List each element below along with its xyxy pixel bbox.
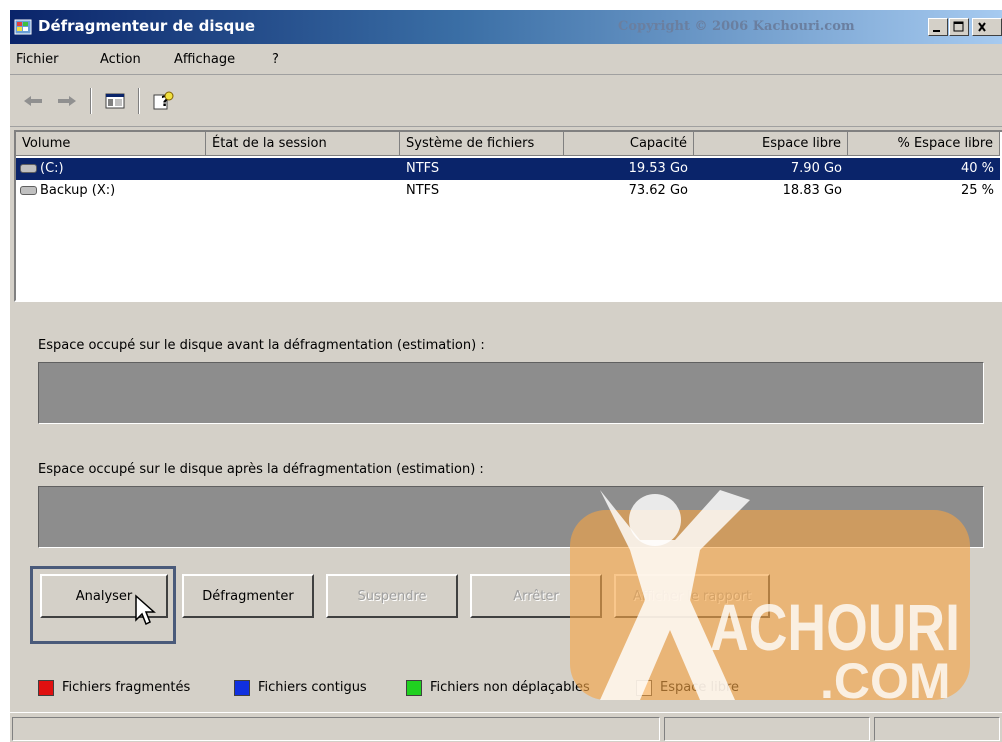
copyright-text: Copyright © 2006 Kachouri.com [618,19,855,34]
volume-name: (C:) [40,161,64,176]
toolbar-separator [90,88,92,114]
legend-label-free-space: Espace libre [660,680,740,695]
drive-icon [20,164,37,173]
toolbar-separator [138,88,140,114]
menu-bar: Fichier Action Affichage ? [10,44,1002,75]
back-button[interactable] [20,90,46,112]
volume-file-system: NTFS [406,183,440,198]
status-pane-secondary [664,717,870,741]
legend-swatch-unmovable [406,680,422,696]
drive-icon [20,186,37,195]
volume-row-backup[interactable]: Backup (X:) NTFS 73.62 Go 18.83 Go 25 % [16,180,1000,202]
volume-free-percent: 40 % [960,161,994,176]
mouse-pointer-icon [135,594,156,626]
volume-row-c[interactable]: (C:) NTFS 19.53 Go 7.90 Go 40 % [16,158,1000,180]
menu-fichier[interactable]: Fichier [16,52,59,67]
defrag-window: Défragmenteur de disque Copyright © 2006… [10,10,1002,742]
status-bar [10,712,1002,742]
toolbar: ? [10,76,1002,127]
volume-free-percent: 25 % [960,183,994,198]
column-header-free-percent[interactable]: % Espace libre [848,132,1000,156]
defragment-button[interactable]: Défragmenter [182,574,314,618]
maximize-icon [953,21,964,32]
view-report-button[interactable]: Afficher le rapport [614,574,770,618]
legend-label-unmovable: Fichiers non déplaçables [430,680,590,695]
menu-action[interactable]: Action [100,52,141,67]
menu-help[interactable]: ? [272,52,279,67]
show-hide-console-tree-icon [105,93,125,109]
analysis-panel: Espace occupé sur le disque avant la déf… [10,304,1002,724]
help-icon: ? [153,91,174,110]
legend-swatch-free-space [636,680,652,696]
volume-file-system: NTFS [406,161,440,176]
column-header-volume[interactable]: Volume [16,132,206,156]
column-header-capacity[interactable]: Capacité [564,132,694,156]
volume-free-space: 7.90 Go [790,161,842,176]
status-pane-tertiary [874,717,1000,741]
after-defrag-display [38,486,984,548]
pause-button[interactable]: Suspendre [326,574,458,618]
forward-arrow-icon [58,96,76,106]
back-arrow-icon [24,96,42,106]
forward-button[interactable] [54,90,80,112]
help-button[interactable]: ? [150,90,176,112]
title-bar[interactable]: Défragmenteur de disque Copyright © 2006… [10,10,1002,44]
legend-label-contiguous: Fichiers contigus [258,680,367,695]
close-icon [978,22,986,32]
close-button[interactable] [972,18,1002,36]
show-hide-tree-button[interactable] [102,90,128,112]
defrag-app-icon [14,19,32,35]
menu-affichage[interactable]: Affichage [174,52,235,67]
status-pane-main [12,717,660,741]
volume-list[interactable]: Volume État de la session Système de fic… [14,130,1002,302]
before-defrag-display [38,362,984,424]
column-header-session-state[interactable]: État de la session [206,132,400,156]
volume-capacity: 19.53 Go [628,161,688,176]
column-header-free-space[interactable]: Espace libre [694,132,848,156]
after-defrag-label: Espace occupé sur le disque après la déf… [38,462,484,477]
minimize-button[interactable] [928,18,948,36]
before-defrag-label: Espace occupé sur le disque avant la déf… [38,338,485,353]
window-title: Défragmenteur de disque [38,17,256,35]
column-header-file-system[interactable]: Système de fichiers [400,132,564,156]
stop-button[interactable]: Arrêter [470,574,602,618]
maximize-button[interactable] [949,18,969,36]
legend-swatch-fragmented [38,680,54,696]
minimize-icon [933,30,940,32]
volume-free-space: 18.83 Go [782,183,842,198]
legend-swatch-contiguous [234,680,250,696]
legend-label-fragmented: Fichiers fragmentés [62,680,191,695]
volume-name: Backup (X:) [40,183,116,198]
volume-capacity: 73.62 Go [628,183,688,198]
